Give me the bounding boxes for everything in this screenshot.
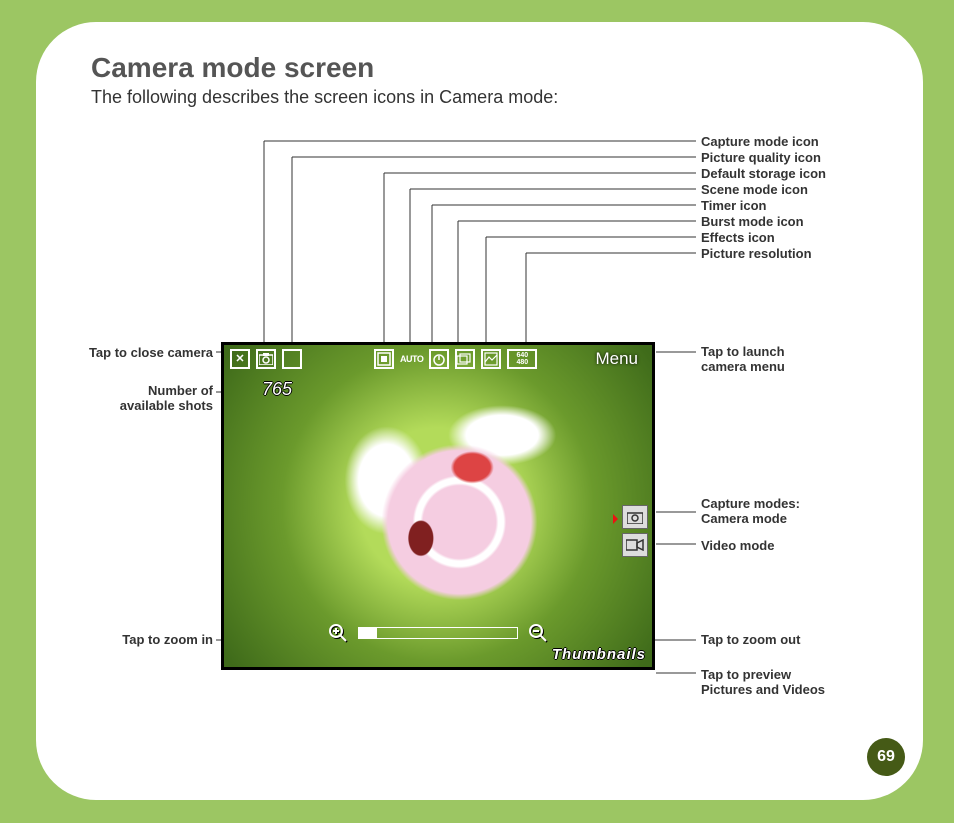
burst-mode-icon[interactable] [455,349,475,369]
close-icon[interactable]: ✕ [230,349,250,369]
picture-resolution-icon[interactable]: 640 480 [507,349,537,369]
zoom-in-button[interactable] [326,621,350,645]
zoom-slider[interactable] [358,627,518,639]
label-video-mode: Video mode [701,539,774,554]
label-thumb-1: Tap to preview [701,668,791,683]
label-timer-icon: Timer icon [701,199,767,214]
video-mode-button[interactable] [622,533,648,557]
label-effects-icon: Effects icon [701,231,775,246]
label-burst-mode-icon: Burst mode icon [701,215,804,230]
label-modes-1: Capture modes: [701,497,800,512]
label-shots-1: Number of [148,384,213,399]
label-menu-1: Tap to launch [701,345,785,360]
page-title: Camera mode screen [91,52,374,84]
label-default-storage-icon: Default storage icon [701,167,826,182]
scene-mode-icon[interactable]: AUTO [400,349,423,369]
label-zoom-out: Tap to zoom out [701,633,800,648]
page-number-badge: 69 [867,738,905,776]
label-picture-quality-icon: Picture quality icon [701,151,821,166]
label-scene-mode-icon: Scene mode icon [701,183,808,198]
default-storage-icon[interactable] [374,349,394,369]
zoom-bar [224,621,652,645]
available-shots-counter: 765 [262,379,292,400]
label-zoom-in: Tap to zoom in [122,633,213,648]
zoom-out-button[interactable] [526,621,550,645]
label-picture-resolution: Picture resolution [701,247,812,262]
top-icon-bar: ✕ AUTO 640 480 Menu [224,345,652,373]
page-subtitle: The following describes the screen icons… [91,87,558,108]
label-tap-close: Tap to close camera [89,346,213,361]
manual-page: Camera mode screen The following describ… [36,22,923,800]
capture-mode-icon[interactable] [256,349,276,369]
picture-quality-icon[interactable] [282,349,302,369]
timer-icon[interactable] [429,349,449,369]
capture-mode-switcher [622,505,648,557]
camera-screen: ✕ AUTO 640 480 Menu [221,342,655,670]
label-capture-mode-icon: Capture mode icon [701,135,819,150]
label-menu-2: camera menu [701,360,785,375]
menu-button[interactable]: Menu [595,349,646,369]
label-modes-2: Camera mode [701,512,787,527]
camera-mode-button[interactable] [622,505,648,529]
effects-icon[interactable] [481,349,501,369]
label-shots-2: available shots [120,399,213,414]
label-thumb-2: Pictures and Videos [701,683,825,698]
thumbnails-button[interactable]: Thumbnails [552,646,646,663]
